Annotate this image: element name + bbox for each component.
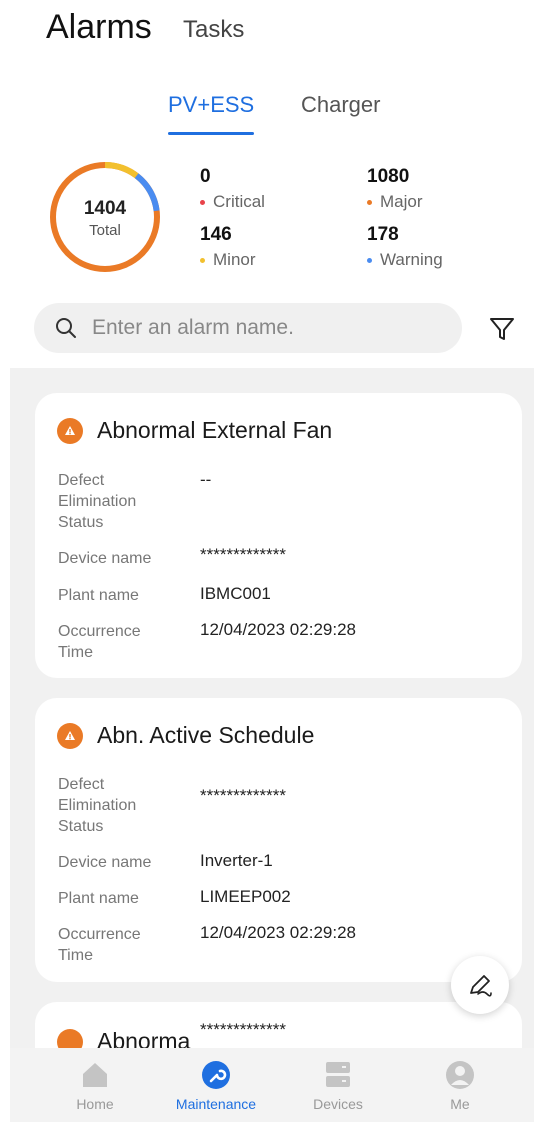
critical-count: 0 <box>200 166 211 187</box>
search-input[interactable] <box>92 316 432 340</box>
bottom-navigation: Home Maintenance Devices Me <box>10 1048 534 1122</box>
total-count: 1404 <box>83 198 127 219</box>
major-count: 1080 <box>367 166 410 187</box>
occurrence-time-label: Occurrence Time <box>58 926 141 964</box>
nav-me[interactable]: Me <box>405 1060 515 1112</box>
defect-status-value: ************* <box>200 786 287 805</box>
stat-critical[interactable]: 0 Critical <box>200 166 265 212</box>
device-name-value: ************* <box>200 1020 287 1039</box>
defect-status-label: Defect Elimination Status <box>58 776 137 835</box>
alarm-title-row: Abnormal External Fan <box>57 417 332 444</box>
major-alarm-icon <box>57 417 83 444</box>
plant-name-value: LIMEEP002 <box>200 887 291 906</box>
alarm-card[interactable]: Abn. Active Schedule Defect Elimination … <box>35 698 522 982</box>
wrench-icon <box>202 1061 230 1089</box>
warning-count: 178 <box>367 224 399 245</box>
device-name-label: Device name <box>58 550 152 567</box>
alarm-summary: 1404 Total 0 Critical 1080 Major 146 Min… <box>0 160 534 280</box>
critical-dot-icon <box>200 199 205 205</box>
header: Alarms Tasks <box>0 0 534 70</box>
warning-label: Warning <box>380 250 443 269</box>
total-label: Total <box>89 222 121 239</box>
major-alarm-icon <box>57 1028 83 1048</box>
tab-pv-ess[interactable]: PV+ESS <box>168 92 254 118</box>
alarm-card[interactable]: Abnormal External Fan Defect Elimination… <box>35 393 522 678</box>
alarm-title-row: Abnorma <box>57 1028 190 1048</box>
major-label: Major <box>380 192 423 211</box>
warning-dot-icon <box>367 257 372 263</box>
occurrence-time-label: Occurrence Time <box>58 623 141 661</box>
alarm-title: Abn. Active Schedule <box>97 722 315 748</box>
occurrence-time-value: 12/04/2023 02:29:28 <box>200 923 356 942</box>
major-alarm-icon <box>57 722 83 749</box>
tab-tasks[interactable]: Tasks <box>183 16 244 44</box>
edit-button[interactable] <box>451 956 509 1014</box>
nav-maintenance-label: Maintenance <box>175 1096 257 1112</box>
search-icon <box>56 318 76 338</box>
tab-charger[interactable]: Charger <box>301 92 380 118</box>
page-title[interactable]: Alarms <box>46 8 152 47</box>
nav-me-label: Me <box>450 1096 470 1112</box>
nav-home-label: Home <box>76 1096 114 1112</box>
home-icon <box>83 1063 107 1087</box>
plant-name-value: IBMC001 <box>200 584 271 603</box>
major-dot-icon <box>367 199 372 205</box>
search-row <box>0 303 534 355</box>
minor-count: 146 <box>200 224 232 245</box>
alarm-title: Abnormal External Fan <box>97 417 333 443</box>
nav-maintenance[interactable]: Maintenance <box>161 1060 271 1112</box>
alarm-list[interactable]: Abnormal External Fan Defect Elimination… <box>10 368 534 1048</box>
stat-minor[interactable]: 146 Minor <box>200 224 256 270</box>
defect-status-value: -- <box>200 470 212 489</box>
plant-name-label: Plant name <box>58 587 139 604</box>
defect-status-label: Defect Elimination Status <box>58 472 137 531</box>
occurrence-time-value: 12/04/2023 02:29:28 <box>200 620 356 639</box>
user-icon <box>446 1061 474 1089</box>
device-name-label: Device name <box>58 854 152 871</box>
devices-icon <box>326 1062 350 1087</box>
alarm-title-row: Abn. Active Schedule <box>57 722 314 749</box>
minor-dot-icon <box>200 257 205 263</box>
plant-name-label: Plant name <box>58 890 139 907</box>
active-tab-underline <box>168 132 254 135</box>
pen-icon <box>470 975 492 997</box>
search-box[interactable] <box>34 303 462 353</box>
nav-home[interactable]: Home <box>40 1060 150 1112</box>
category-tabs: PV+ESS Charger <box>0 90 534 140</box>
minor-label: Minor <box>213 250 256 269</box>
nav-devices-label: Devices <box>313 1096 363 1112</box>
nav-devices[interactable]: Devices <box>283 1060 393 1112</box>
device-name-value: ************* <box>200 545 287 564</box>
critical-label: Critical <box>213 192 265 211</box>
device-name-value: Inverter-1 <box>200 851 273 870</box>
alarm-card[interactable]: Abnorma ************* <box>35 1002 522 1048</box>
stat-major[interactable]: 1080 Major <box>367 166 423 212</box>
filter-icon[interactable] <box>488 315 516 343</box>
alarm-title: Abnorma <box>97 1028 191 1048</box>
stat-warning[interactable]: 178 Warning <box>367 224 443 270</box>
